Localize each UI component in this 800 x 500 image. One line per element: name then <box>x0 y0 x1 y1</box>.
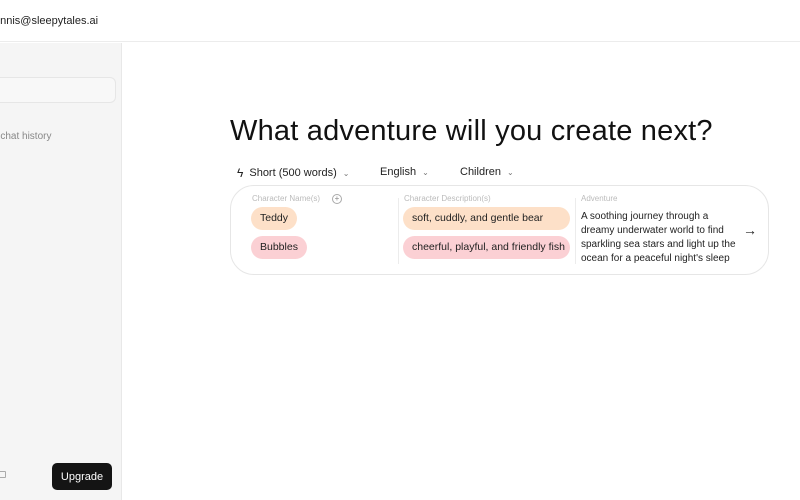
names-label: Character Name(s) + <box>252 194 343 204</box>
length-value: Short (500 words) <box>249 167 337 179</box>
names-label-text: Character Name(s) <box>252 194 321 203</box>
lightning-icon: ϟ <box>237 166 244 180</box>
divider <box>398 198 399 264</box>
adventure-label: Adventure <box>581 194 618 203</box>
mail-icon[interactable] <box>0 471 6 478</box>
chevron-down-icon: ⌄ <box>506 167 514 177</box>
adventure-text[interactable]: A soothing journey through a dreamy unde… <box>581 210 743 266</box>
upgrade-button[interactable]: Upgrade <box>52 463 112 490</box>
length-dropdown[interactable]: ϟ Short (500 words) ⌄ <box>237 166 350 180</box>
empty-history-text: o chat history <box>0 131 52 142</box>
character-description-chip[interactable]: cheerful, playful, and friendly fish <box>403 236 570 259</box>
story-card: Character Name(s) + Character Description… <box>230 185 769 275</box>
character-description-chip[interactable]: soft, cuddly, and gentle bear <box>403 207 570 230</box>
top-bar: ennis@sleepytales.ai <box>0 0 800 42</box>
user-email: ennis@sleepytales.ai <box>0 15 99 27</box>
arrow-right-icon[interactable]: → <box>743 222 757 238</box>
descriptions-label: Character Description(s) <box>404 194 491 203</box>
search-input[interactable] <box>0 77 116 103</box>
chevron-down-icon: ⌄ <box>342 168 350 178</box>
sidebar: o chat history Upgrade <box>0 43 122 500</box>
language-value: English <box>380 166 417 178</box>
language-dropdown[interactable]: English ⌄ <box>380 166 429 178</box>
add-character-icon[interactable]: + <box>332 194 343 204</box>
audience-value: Children <box>460 166 501 178</box>
page-title: What adventure will you create next? <box>230 115 713 147</box>
chevron-down-icon: ⌄ <box>422 167 429 177</box>
character-name-chip[interactable]: Bubbles <box>251 236 307 259</box>
divider <box>575 198 576 264</box>
audience-dropdown[interactable]: Children ⌄ <box>460 166 514 178</box>
character-name-chip[interactable]: Teddy <box>251 207 298 230</box>
